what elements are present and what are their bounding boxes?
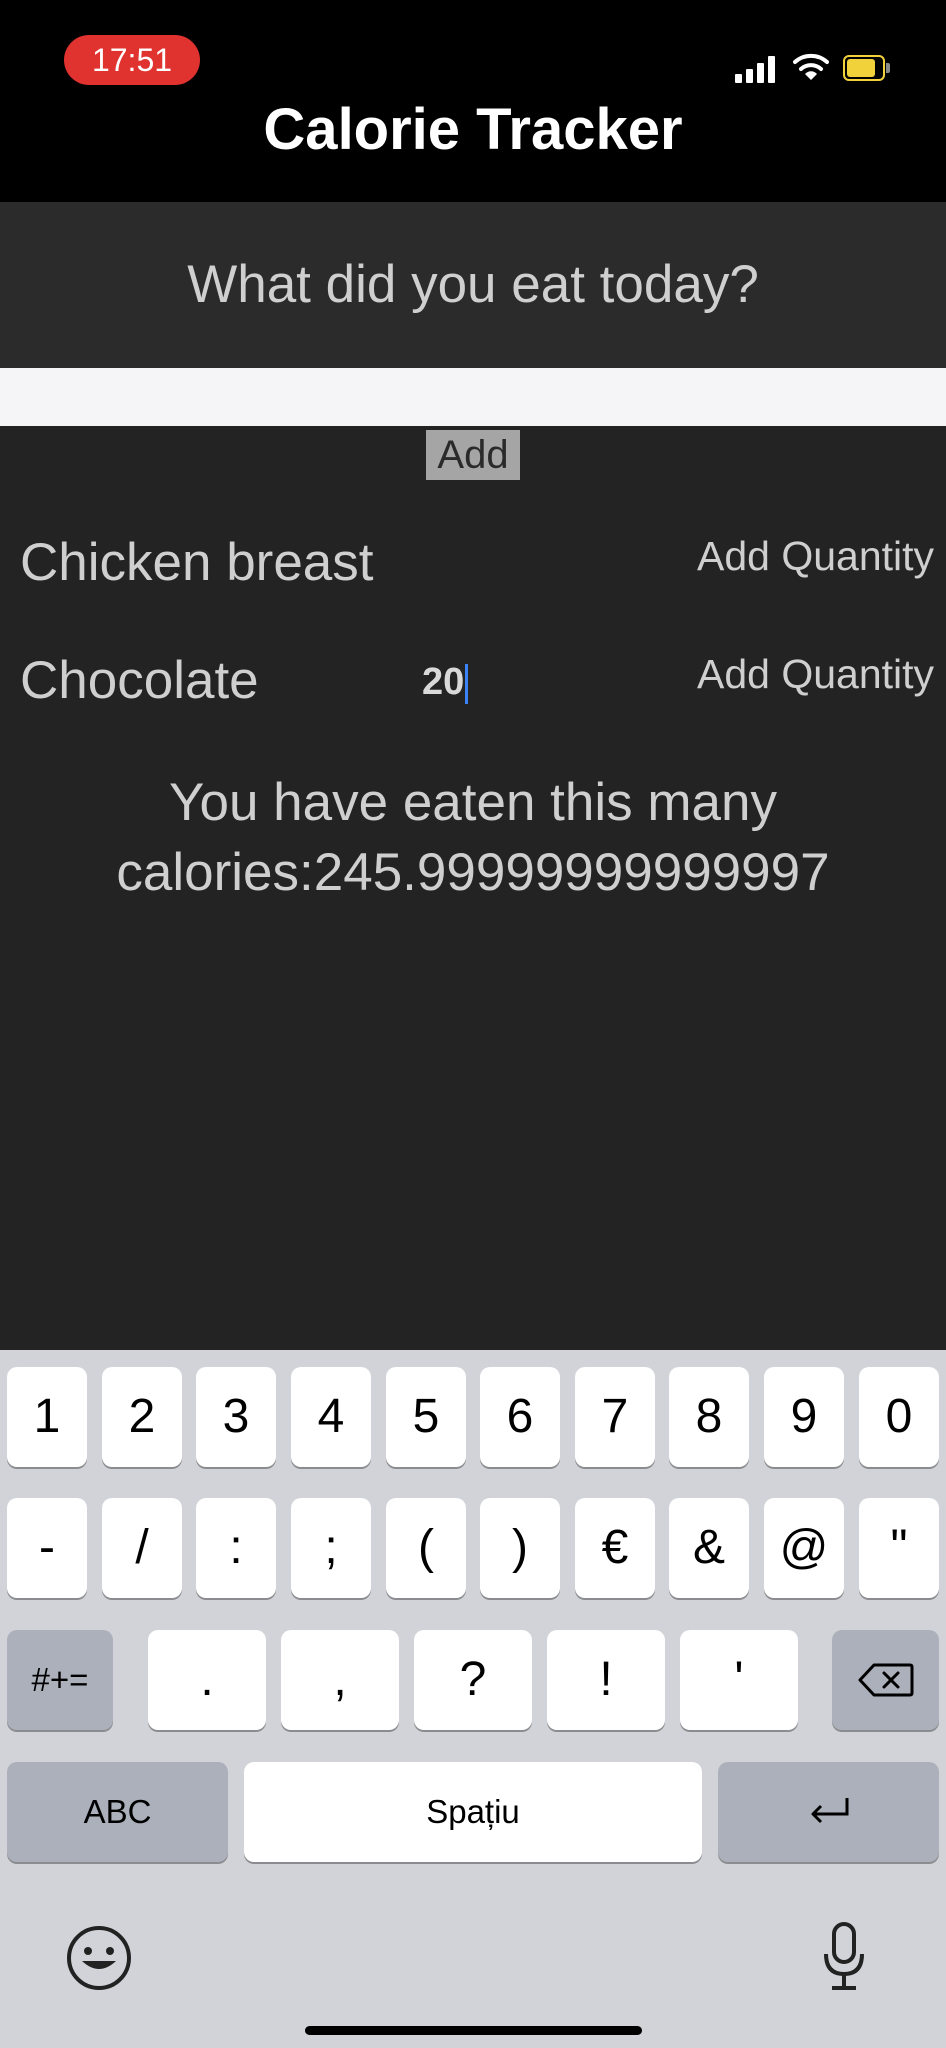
key-0[interactable]: 0 bbox=[859, 1367, 939, 1467]
battery-icon bbox=[843, 55, 891, 81]
key-apostrophe[interactable]: ' bbox=[680, 1630, 798, 1730]
key-question[interactable]: ? bbox=[414, 1630, 532, 1730]
home-indicator bbox=[305, 2026, 642, 2035]
microphone-icon[interactable] bbox=[820, 1920, 868, 1994]
key-exclamation[interactable]: ! bbox=[547, 1630, 665, 1730]
food-name: Chocolate bbox=[20, 651, 259, 710]
food-row-chocolate: Chocolate 20 Add Quantity bbox=[0, 646, 946, 736]
key-5[interactable]: 5 bbox=[386, 1367, 466, 1467]
key-colon[interactable]: : bbox=[196, 1498, 276, 1598]
key-semicolon[interactable]: ; bbox=[291, 1498, 371, 1598]
cellular-signal-icon bbox=[735, 55, 777, 83]
key-4[interactable]: 4 bbox=[291, 1367, 371, 1467]
backspace-icon bbox=[858, 1663, 913, 1697]
abc-key[interactable]: ABC bbox=[7, 1762, 228, 1862]
text-caret bbox=[465, 663, 469, 704]
key-ampersand[interactable]: & bbox=[669, 1498, 749, 1598]
key-comma[interactable]: , bbox=[281, 1630, 399, 1730]
food-row-chicken-breast: Chicken breast Add Quantity bbox=[0, 528, 946, 618]
wifi-icon bbox=[793, 53, 829, 80]
result-line-1: You have eaten this many bbox=[169, 773, 777, 832]
key-open-paren[interactable]: ( bbox=[386, 1498, 466, 1598]
quantity-input[interactable]: Add Quantity bbox=[697, 528, 934, 584]
key-3[interactable]: 3 bbox=[196, 1367, 276, 1467]
space-key[interactable]: Spațiu bbox=[244, 1762, 702, 1862]
emoji-icon[interactable] bbox=[66, 1925, 132, 1991]
key-slash[interactable]: / bbox=[102, 1498, 182, 1598]
quantity-value[interactable]: 20 bbox=[422, 656, 469, 708]
add-button[interactable]: Add bbox=[426, 430, 520, 480]
symbols-key[interactable]: #+= bbox=[7, 1630, 113, 1730]
key-1[interactable]: 1 bbox=[7, 1367, 87, 1467]
key-dash[interactable]: - bbox=[7, 1498, 87, 1598]
backspace-key[interactable] bbox=[832, 1630, 939, 1730]
keyboard: 1 2 3 4 5 6 7 8 9 0 - / : ; ( ) € & @ " … bbox=[0, 1350, 946, 2048]
return-icon bbox=[811, 1798, 848, 1824]
key-at[interactable]: @ bbox=[764, 1498, 844, 1598]
key-9[interactable]: 9 bbox=[764, 1367, 844, 1467]
food-input[interactable] bbox=[0, 368, 946, 426]
key-2[interactable]: 2 bbox=[102, 1367, 182, 1467]
return-key[interactable] bbox=[718, 1762, 939, 1862]
result-line-2: calories:245.99999999999997 bbox=[116, 843, 830, 902]
key-euro[interactable]: € bbox=[575, 1498, 655, 1598]
key-period[interactable]: . bbox=[148, 1630, 266, 1730]
quantity-text: 20 bbox=[422, 661, 465, 703]
calorie-result: You have eaten this many calories:245.99… bbox=[0, 768, 946, 908]
food-name: Chicken breast bbox=[20, 533, 374, 592]
quantity-input[interactable]: Add Quantity bbox=[697, 646, 934, 702]
key-7[interactable]: 7 bbox=[575, 1367, 655, 1467]
food-prompt: What did you eat today? bbox=[187, 255, 759, 314]
key-quote[interactable]: " bbox=[859, 1498, 939, 1598]
key-8[interactable]: 8 bbox=[669, 1367, 749, 1467]
key-close-paren[interactable]: ) bbox=[480, 1498, 560, 1598]
status-bar: 17:51 Calorie Tracker bbox=[0, 0, 946, 202]
status-time: 17:51 bbox=[64, 35, 200, 85]
key-6[interactable]: 6 bbox=[480, 1367, 560, 1467]
app-title: Calorie Tracker bbox=[263, 97, 683, 162]
